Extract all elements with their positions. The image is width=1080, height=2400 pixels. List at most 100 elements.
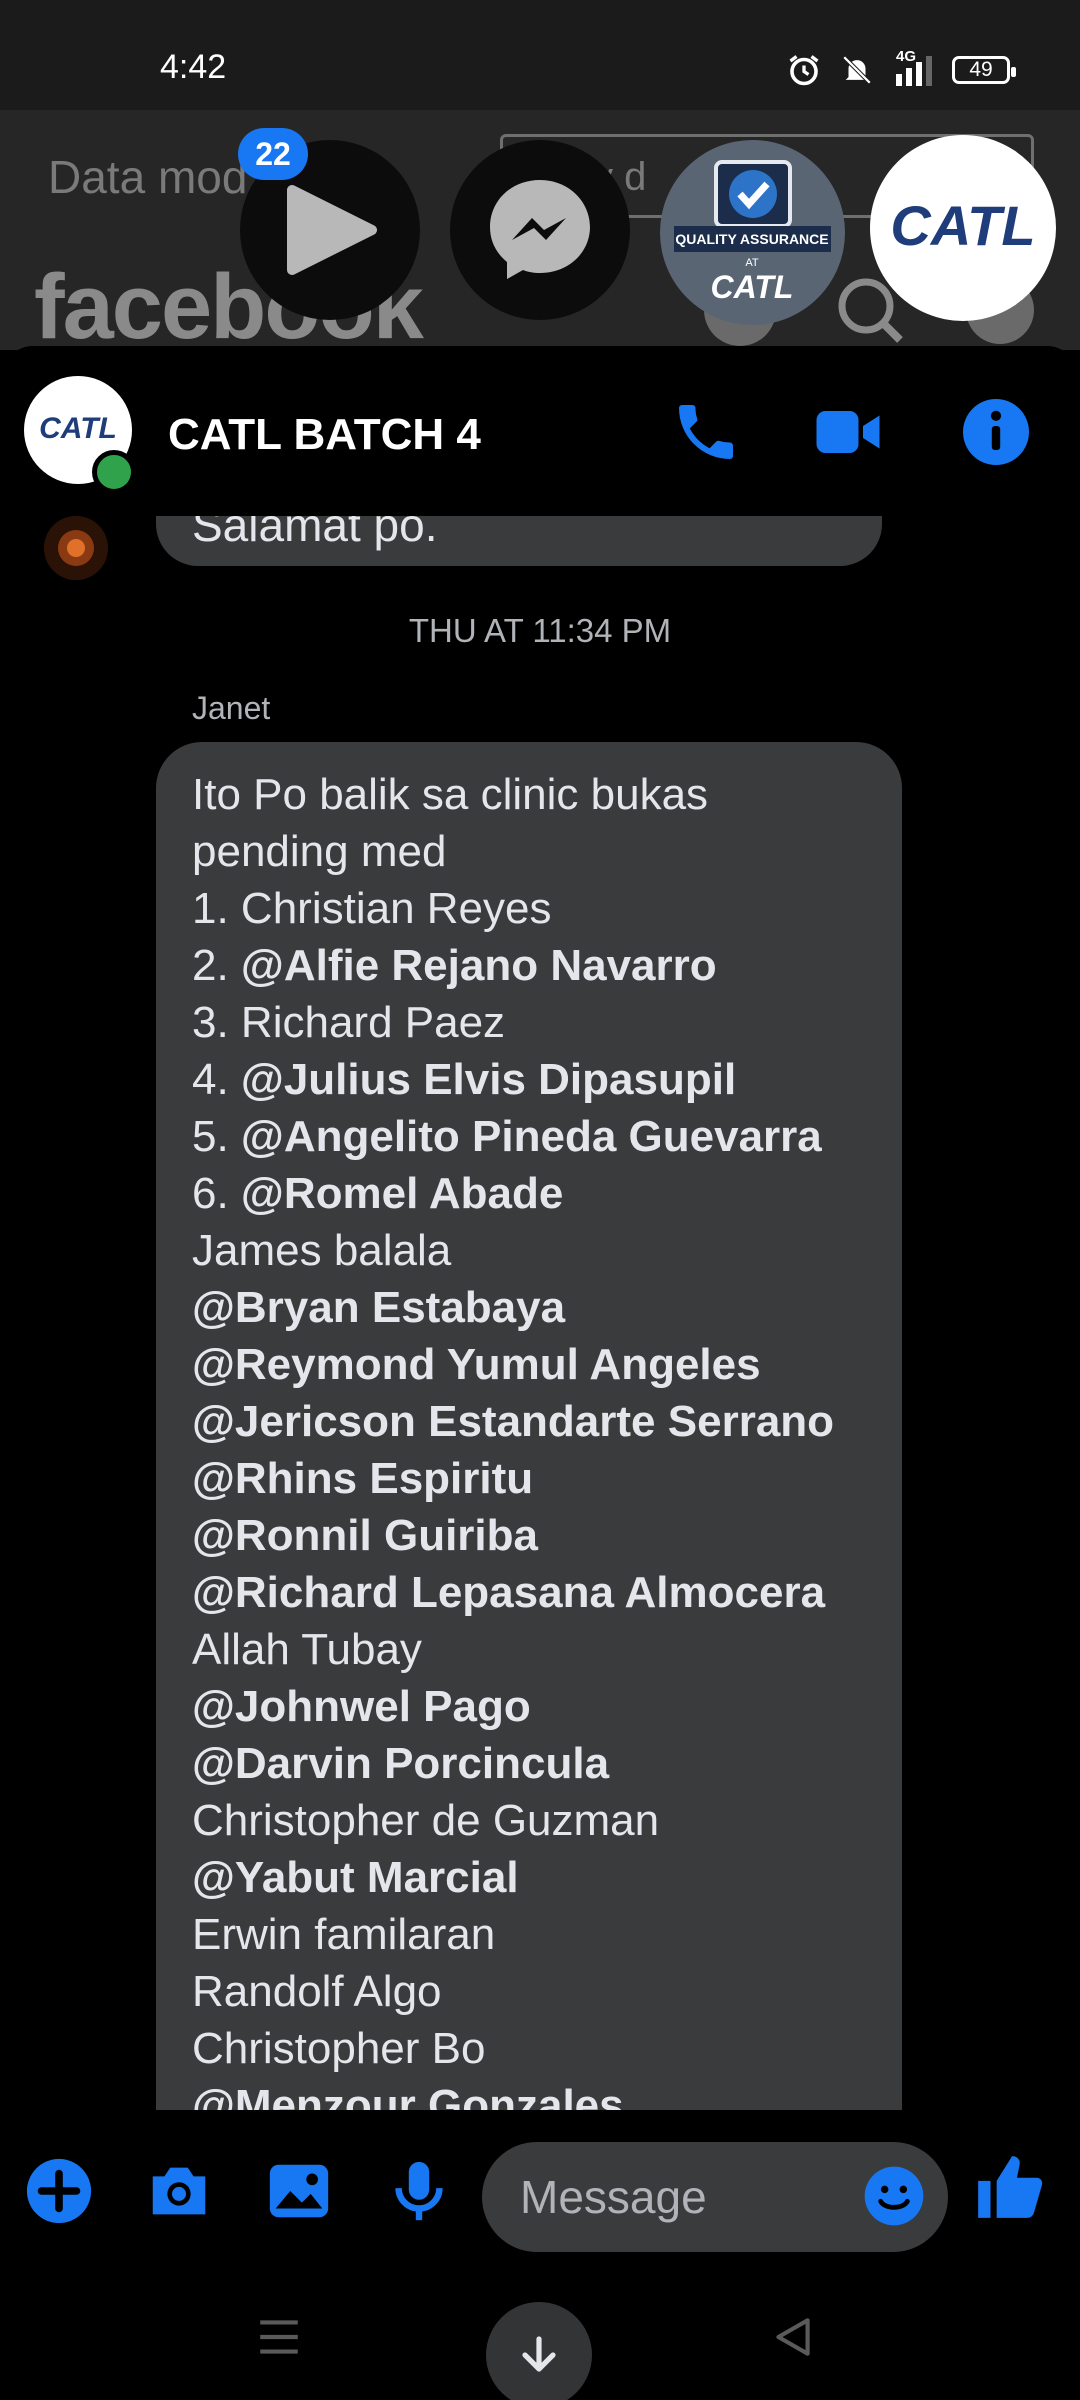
mention[interactable]: @Reymond Yumul Angeles bbox=[192, 1340, 761, 1389]
previous-message-bubble[interactable]: Salamat po. bbox=[156, 516, 882, 566]
message-line: Erwin familaran bbox=[192, 1906, 866, 1963]
message-list[interactable]: Salamat po. THU AT 11:34 PM Janet Ito Po… bbox=[0, 516, 1080, 2110]
line-text: Allah Tubay bbox=[192, 1625, 422, 1674]
message-line: @Yabut Marcial bbox=[192, 1849, 866, 1906]
emoji-icon[interactable] bbox=[862, 2164, 926, 2228]
message-text: Ito Po balik sa clinic bukas pending med 1… bbox=[156, 742, 902, 2110]
svg-text:CATL: CATL bbox=[39, 412, 117, 445]
notification-badge: 22 bbox=[238, 128, 308, 180]
messenger-icon bbox=[490, 180, 590, 279]
message-line: 5. @Angelito Pineda Guevarra bbox=[192, 1108, 866, 1165]
message-line: @Darvin Porcincula bbox=[192, 1735, 866, 1792]
line-text: Christopher Bo bbox=[192, 2024, 486, 2073]
mention[interactable]: @Romel Abade bbox=[241, 1169, 563, 1218]
plus-icon[interactable] bbox=[24, 2156, 94, 2226]
line-number: 4. bbox=[192, 1055, 241, 1104]
svg-text:CATL: CATL bbox=[711, 269, 794, 305]
status-bar: 4:42 4G 49 bbox=[0, 0, 1080, 110]
scroll-to-bottom-button[interactable] bbox=[486, 2302, 592, 2400]
mention[interactable]: @Rhins Espiritu bbox=[192, 1454, 533, 1503]
message-line: 3. Richard Paez bbox=[192, 994, 866, 1051]
back-icon[interactable] bbox=[768, 2312, 818, 2362]
message-line: 2. @Alfie Rejano Navarro bbox=[192, 937, 866, 994]
svg-text:AT: AT bbox=[745, 257, 759, 269]
microphone-icon[interactable] bbox=[384, 2156, 454, 2226]
message-line: @Johnwel Pago bbox=[192, 1678, 866, 1735]
chat-header: CATL CATL BATCH 4 bbox=[0, 346, 1080, 516]
arrow-down-icon bbox=[522, 2336, 556, 2372]
message-timestamp: THU AT 11:34 PM bbox=[408, 612, 672, 649]
mention[interactable]: @Angelito Pineda Guevarra bbox=[241, 1112, 822, 1161]
online-status-dot bbox=[92, 450, 136, 494]
camera-icon[interactable] bbox=[144, 2156, 214, 2226]
message-line: 6. @Romel Abade bbox=[192, 1165, 866, 1222]
mention[interactable]: @Johnwel Pago bbox=[192, 1682, 531, 1731]
sender-avatar-image bbox=[44, 516, 108, 580]
line-text: 3. Richard Paez bbox=[192, 998, 506, 1047]
phone-icon[interactable] bbox=[670, 396, 742, 468]
message-line: @Richard Lepasana Almocera bbox=[192, 1564, 866, 1621]
alarm-icon bbox=[789, 55, 819, 86]
line-text: Ito Po balik sa clinic bukas bbox=[192, 770, 709, 819]
signal-icon bbox=[896, 56, 932, 86]
message-line: @Jericson Estandarte Serrano bbox=[192, 1393, 866, 1450]
line-number: 5. bbox=[192, 1112, 241, 1161]
svg-text:QUALITY ASSURANCE: QUALITY ASSURANCE bbox=[675, 231, 828, 247]
message-composer bbox=[0, 2112, 1080, 2272]
message-input-box[interactable] bbox=[482, 2142, 948, 2252]
previous-message-text: Salamat po. bbox=[192, 516, 438, 551]
chat-window: CATL CATL BATCH 4 Salamat po. THU AT 11:… bbox=[0, 346, 1080, 2400]
mention[interactable]: @Darvin Porcincula bbox=[192, 1739, 609, 1788]
chat-head-messenger[interactable] bbox=[450, 140, 630, 320]
mention[interactable]: @Ronnil Guiriba bbox=[192, 1511, 538, 1560]
mention[interactable]: @Julius Elvis Dipasupil bbox=[241, 1055, 736, 1104]
mention[interactable]: @Richard Lepasana Almocera bbox=[192, 1568, 825, 1617]
muted-bell-icon bbox=[842, 55, 872, 85]
message-line: Allah Tubay bbox=[192, 1621, 866, 1678]
status-icons: 4G 49 bbox=[786, 48, 1016, 88]
data-mode-text: Data mod bbox=[48, 151, 248, 203]
like-icon[interactable] bbox=[972, 2150, 1046, 2224]
message-line: @Reymond Yumul Angeles bbox=[192, 1336, 866, 1393]
mention[interactable]: @Bryan Estabaya bbox=[192, 1283, 565, 1332]
video-call-icon[interactable] bbox=[812, 396, 884, 468]
chat-head-quality-assurance[interactable]: QUALITY ASSURANCE AT CATL bbox=[660, 140, 845, 325]
message-line: pending med bbox=[192, 823, 866, 880]
message-line: @Rhins Espiritu bbox=[192, 1450, 866, 1507]
message-line: Christopher Bo bbox=[192, 2020, 866, 2077]
line-number: 2. bbox=[192, 941, 241, 990]
message-line: @Menzour Gonzales bbox=[192, 2077, 866, 2110]
line-text: Erwin familaran bbox=[192, 1910, 496, 1959]
network-indicator: 4G bbox=[892, 48, 934, 88]
message-line: Randolf Algo bbox=[192, 1963, 866, 2020]
message-bubble[interactable]: Ito Po balik sa clinic bukas pending med 1… bbox=[156, 742, 902, 2110]
info-icon[interactable] bbox=[960, 396, 1032, 468]
line-text: Randolf Algo bbox=[192, 1967, 442, 2016]
status-time: 4:42 bbox=[160, 48, 227, 86]
quality-assurance-logo: QUALITY ASSURANCE AT CATL bbox=[662, 142, 842, 322]
message-line: 4. @Julius Elvis Dipasupil bbox=[192, 1051, 866, 1108]
message-input[interactable] bbox=[518, 2166, 842, 2228]
line-text: James balala bbox=[192, 1226, 452, 1275]
mention[interactable]: @Alfie Rejano Navarro bbox=[241, 941, 717, 990]
message-line: @Ronnil Guiriba bbox=[192, 1507, 866, 1564]
mention[interactable]: @Yabut Marcial bbox=[192, 1853, 519, 1902]
sender-avatar[interactable] bbox=[44, 516, 108, 580]
message-line: 1. Christian Reyes bbox=[192, 880, 866, 937]
message-line: Christopher de Guzman bbox=[192, 1792, 866, 1849]
line-text: 1. Christian Reyes bbox=[192, 884, 552, 933]
message-line: James balala bbox=[192, 1222, 866, 1279]
chat-head-catl[interactable]: CATL bbox=[870, 135, 1056, 321]
catl-logo: CATL bbox=[890, 194, 1035, 257]
group-name[interactable]: CATL BATCH 4 bbox=[168, 410, 481, 460]
message-line: @Bryan Estabaya bbox=[192, 1279, 866, 1336]
gallery-icon[interactable] bbox=[264, 2156, 334, 2226]
mention[interactable]: @Jericson Estandarte Serrano bbox=[192, 1397, 834, 1446]
battery-indicator: 49 bbox=[952, 56, 1016, 84]
svg-text:CATL: CATL bbox=[890, 194, 1035, 257]
line-number: 6. bbox=[192, 1169, 241, 1218]
line-text: Christopher de Guzman bbox=[192, 1796, 660, 1845]
mention[interactable]: @Menzour Gonzales bbox=[192, 2081, 624, 2110]
menu-icon[interactable] bbox=[254, 2312, 304, 2362]
message-line: Ito Po balik sa clinic bukas bbox=[192, 766, 866, 823]
